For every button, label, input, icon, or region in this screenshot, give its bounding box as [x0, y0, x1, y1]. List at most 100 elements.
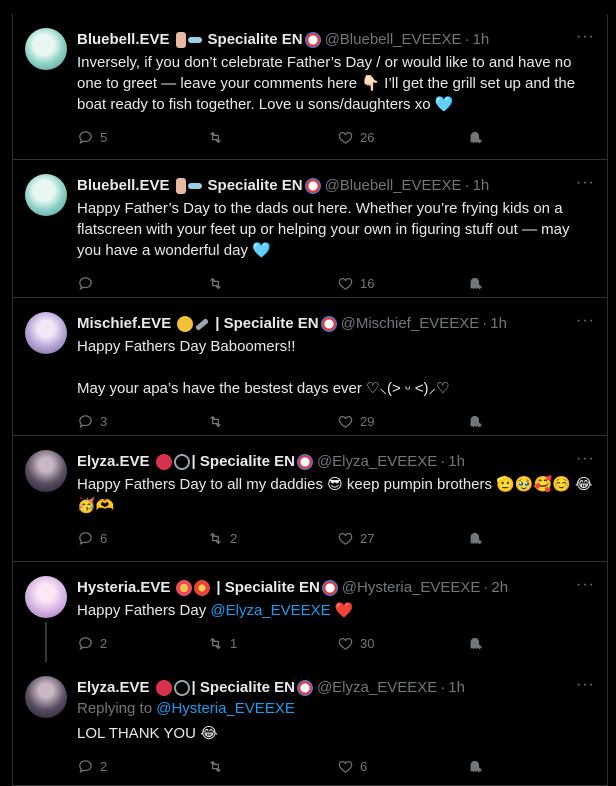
retweet-button[interactable]: 2	[207, 530, 337, 547]
like-count: 26	[360, 129, 375, 145]
tweet-text: Happy Fathers Day to all my daddies 😎 ke…	[77, 476, 593, 514]
author-name[interactable]: Mischief.EVE	[77, 314, 171, 334]
more-options-icon[interactable]: ···	[576, 28, 595, 46]
chains-emoji-icon	[173, 680, 190, 696]
more-options-icon[interactable]: ···	[576, 174, 595, 192]
author-tag: Specialite EN	[207, 31, 303, 48]
tweet[interactable]: Hysteria.EVE | Specialite EN @Hysteria_E…	[13, 562, 607, 662]
tweet-text: Inversely, if you don’t celebrate Father…	[77, 54, 576, 113]
reply-button[interactable]: 2	[77, 635, 207, 652]
author-name[interactable]: Bluebell.EVE	[77, 176, 170, 196]
reply-button[interactable]: 6	[77, 530, 207, 547]
author-tag: | Specialite EN	[191, 453, 295, 470]
timestamp[interactable]: 1h	[448, 678, 465, 698]
tweet-text: Happy Fathers Day Baboomers!! May your a…	[77, 338, 450, 397]
tweet[interactable]: Bluebell.EVE Specialite EN @Bluebell_EVE…	[13, 14, 607, 160]
avatar[interactable]	[25, 174, 67, 216]
heart-icon	[338, 532, 353, 545]
like-count: 27	[360, 530, 375, 546]
retweet-button[interactable]	[207, 758, 337, 775]
lollipop-emoji-icon	[176, 580, 193, 596]
tweet-header: Elyza.EVE | Specialite EN @Elyza_EVEEXE …	[77, 678, 465, 698]
add-reaction-button[interactable]	[467, 530, 490, 547]
reply-button[interactable]: 3	[77, 413, 207, 430]
retweet-icon	[210, 532, 221, 544]
add-reaction-button[interactable]	[467, 129, 490, 146]
reply-button[interactable]	[77, 275, 207, 292]
more-options-icon[interactable]: ···	[576, 676, 595, 694]
tweet[interactable]: Elyza.EVE | Specialite EN @Elyza_EVEEXE …	[13, 662, 607, 786]
add-reaction-button[interactable]	[467, 635, 490, 652]
timestamp[interactable]: 1h	[448, 452, 465, 472]
add-reaction-button[interactable]	[467, 413, 490, 430]
author-handle[interactable]: @Bluebell_EVEEXE	[325, 30, 462, 50]
author-name[interactable]: Bluebell.EVE	[77, 30, 170, 50]
retweet-button[interactable]	[207, 275, 337, 292]
avatar[interactable]	[25, 450, 67, 492]
tweet[interactable]: Mischief.EVE | Specialite EN @Mischief_E…	[13, 298, 607, 436]
like-button[interactable]: 27	[337, 530, 467, 547]
tweet-actions: 16	[77, 273, 595, 293]
replying-to-link[interactable]: @Hysteria_EVEEXE	[156, 700, 295, 717]
replying-to: Replying to @Hysteria_EVEEXE	[77, 700, 295, 717]
collision-emoji-icon	[194, 580, 211, 596]
like-button[interactable]: 29	[337, 413, 467, 430]
author-tag: | Specialite EN	[215, 315, 319, 332]
ghost-plus-icon	[470, 760, 482, 772]
timestamp[interactable]: 1h	[473, 176, 490, 196]
tweet-header: Hysteria.EVE | Specialite EN @Hysteria_E…	[77, 578, 509, 598]
tweet-header: Mischief.EVE | Specialite EN @Mischief_E…	[77, 314, 507, 334]
mention-link[interactable]: @Elyza_EVEEXE	[210, 602, 330, 619]
retweet-icon	[210, 637, 221, 649]
retweet-button[interactable]	[207, 413, 337, 430]
author-name[interactable]: Elyza.EVE	[77, 678, 150, 698]
retweet-button[interactable]: 1	[207, 635, 337, 652]
rose-emoji-icon	[155, 454, 172, 470]
add-reaction-button[interactable]	[467, 758, 490, 775]
author-handle[interactable]: @Elyza_EVEEXE	[317, 452, 437, 472]
author-handle[interactable]: @Bluebell_EVEEXE	[325, 176, 462, 196]
avatar[interactable]	[25, 312, 67, 354]
timestamp[interactable]: 1h	[473, 30, 490, 50]
reply-count: 6	[100, 530, 108, 546]
reply-button[interactable]: 2	[77, 758, 207, 775]
bandage-emoji-icon	[175, 178, 186, 194]
tweet[interactable]: Bluebell.EVE Specialite EN @Bluebell_EVE…	[13, 160, 607, 298]
avatar[interactable]	[25, 676, 67, 718]
timestamp[interactable]: 1h	[490, 314, 507, 334]
tweet-actions: 2 1 30	[77, 633, 595, 653]
more-options-icon[interactable]: ···	[576, 576, 595, 594]
tweet-actions: 6 2 27	[77, 528, 595, 548]
clown-emoji-icon	[296, 680, 313, 696]
add-reaction-button[interactable]	[467, 275, 490, 292]
like-count: 30	[360, 635, 375, 651]
retweet-button[interactable]	[207, 129, 337, 146]
author-handle[interactable]: @Elyza_EVEEXE	[317, 678, 437, 698]
retweet-icon	[210, 760, 221, 772]
like-button[interactable]: 16	[337, 275, 467, 292]
timestamp[interactable]: 2h	[491, 578, 508, 598]
reply-count: 3	[100, 413, 108, 429]
avatar[interactable]	[25, 576, 67, 618]
heart-icon	[338, 637, 353, 650]
author-name[interactable]: Hysteria.EVE	[77, 578, 170, 598]
avatar[interactable]	[25, 28, 67, 70]
retweet-icon	[210, 277, 221, 289]
reply-icon	[79, 276, 92, 290]
author-handle[interactable]: @Mischief_EVEEXE	[341, 314, 480, 334]
tweet-header: Elyza.EVE | Specialite EN @Elyza_EVEEXE …	[77, 452, 465, 472]
author-handle[interactable]: @Hysteria_EVEEXE	[342, 578, 481, 598]
like-button[interactable]: 26	[337, 129, 467, 146]
tweet[interactable]: Elyza.EVE | Specialite EN @Elyza_EVEEXE …	[13, 436, 607, 562]
reply-button[interactable]: 5	[77, 129, 207, 146]
author-tag: | Specialite EN	[191, 679, 295, 696]
like-count: 6	[360, 758, 368, 774]
tweet-text: LOL THANK YOU 😂	[77, 725, 218, 742]
more-options-icon[interactable]: ···	[576, 312, 595, 330]
like-button[interactable]: 6	[337, 758, 467, 775]
tweet-actions: 3 29	[77, 411, 595, 431]
author-name[interactable]: Elyza.EVE	[77, 452, 150, 472]
like-button[interactable]: 30	[337, 635, 467, 652]
more-options-icon[interactable]: ···	[576, 450, 595, 468]
reply-icon	[79, 636, 92, 650]
